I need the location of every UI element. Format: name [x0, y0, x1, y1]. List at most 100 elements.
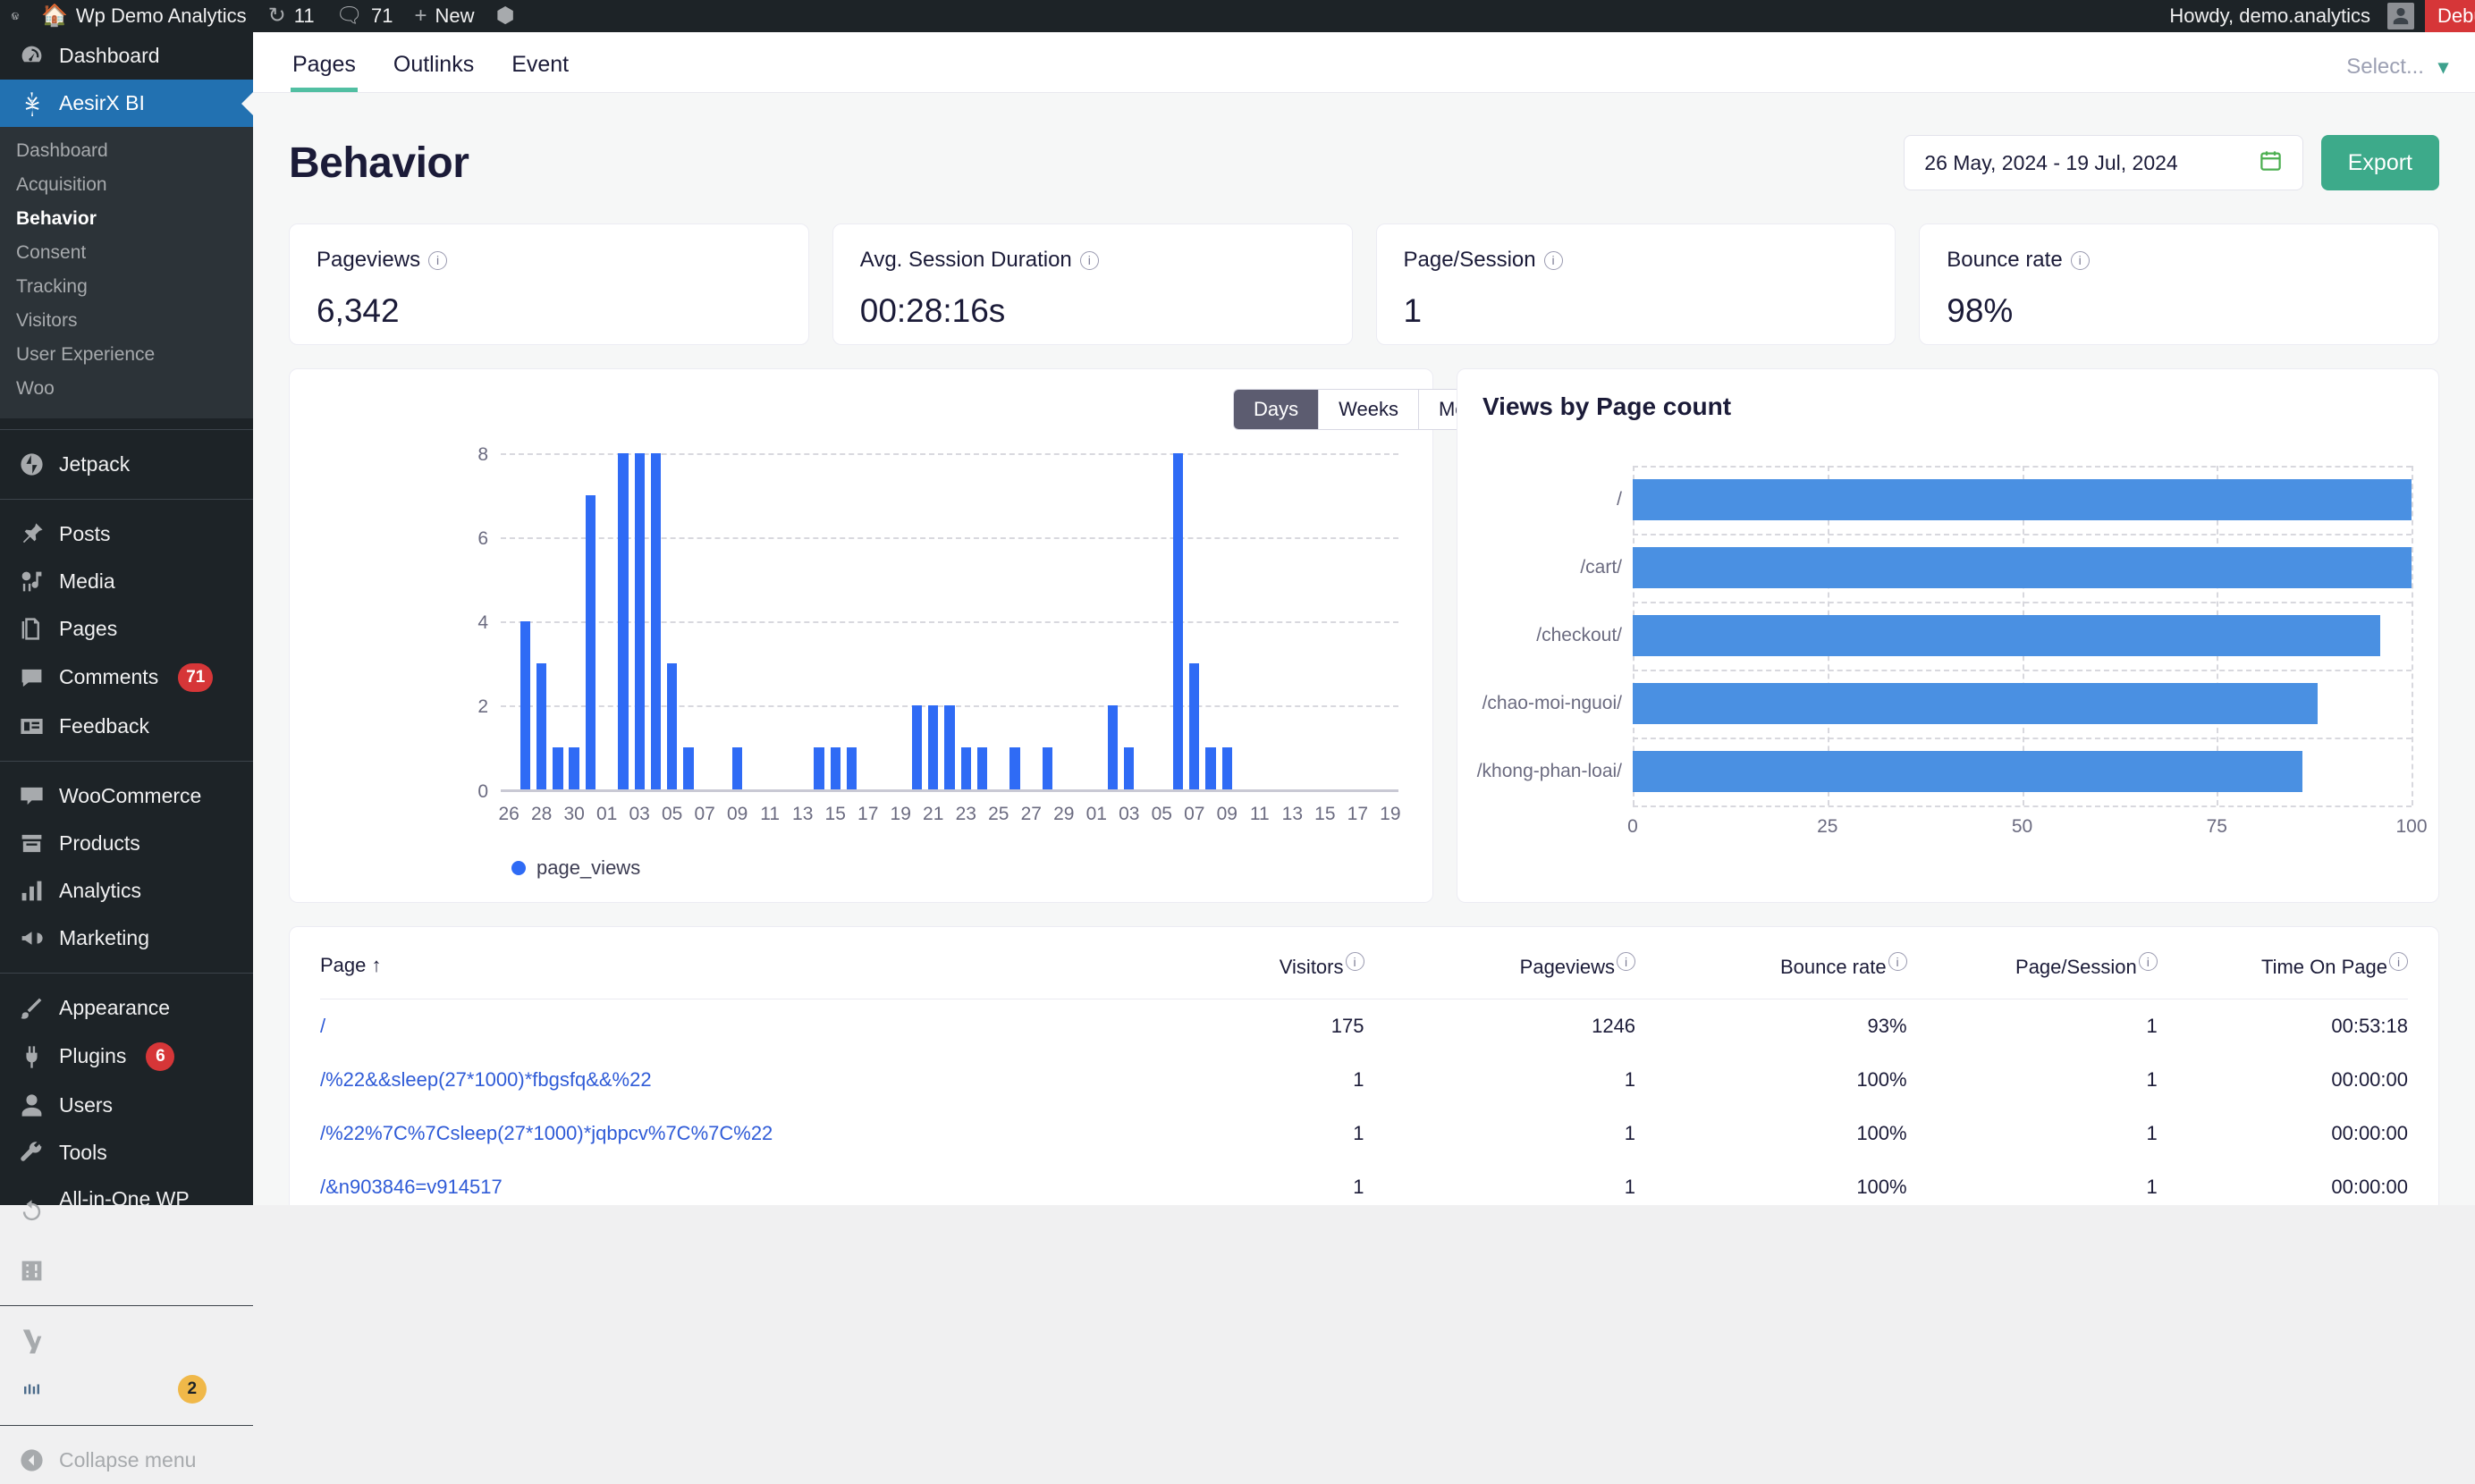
- info-icon[interactable]: i: [428, 250, 448, 270]
- filter-select[interactable]: Select...: [2346, 55, 2424, 80]
- chart-bar[interactable]: [1633, 615, 2381, 656]
- sidebar-item-all-in-one-wp-migration[interactable]: All-in-One WP Migration: [0, 1176, 253, 1247]
- info-icon[interactable]: i: [1345, 952, 1364, 971]
- info-icon[interactable]: i: [1888, 952, 1907, 971]
- submenu-item-woo[interactable]: Woo: [0, 372, 253, 406]
- export-button[interactable]: Export: [2320, 135, 2439, 190]
- sidebar-item-woocommerce[interactable]: WooCommerce: [0, 772, 253, 820]
- info-icon[interactable]: i: [1079, 250, 1099, 270]
- chart-bar[interactable]: [1042, 747, 1053, 789]
- tab-event[interactable]: Event: [499, 52, 581, 92]
- column-header-page[interactable]: Page ↑: [320, 927, 1114, 999]
- info-icon[interactable]: i: [2389, 952, 2408, 971]
- chart-bar[interactable]: [569, 747, 579, 789]
- chart-bar[interactable]: [1633, 547, 2412, 588]
- chart-bar[interactable]: [944, 705, 955, 789]
- adminbar-account[interactable]: Howdy, demo.analytics: [2158, 0, 2425, 32]
- submenu-item-acquisition[interactable]: Acquisition: [0, 168, 253, 202]
- adminbar-yoast[interactable]: ⬢: [486, 0, 526, 32]
- sidebar-item-products[interactable]: Products: [0, 820, 253, 867]
- page-link[interactable]: /%22&&sleep(27*1000)*fbgsfq&&%22: [320, 1068, 652, 1091]
- sidebar-item-settings[interactable]: Settings: [0, 1247, 253, 1294]
- sidebar-item-yoast-seo[interactable]: Yoast SEO: [0, 1317, 253, 1364]
- chart-bar[interactable]: [976, 747, 988, 789]
- chart-bar[interactable]: [1633, 683, 2319, 724]
- chart-bar[interactable]: [1189, 663, 1200, 789]
- calendar-icon[interactable]: [2259, 148, 2283, 178]
- sidebar-item-collapse-menu[interactable]: Collapse menu: [0, 1437, 253, 1484]
- wordpress-logo-icon[interactable]: [0, 1, 30, 31]
- sidebar-item-aesirx-bi[interactable]: AesirX BI: [0, 80, 253, 127]
- sidebar-item-plugins[interactable]: Plugins 6: [0, 1032, 253, 1082]
- chart-bar[interactable]: [830, 747, 840, 789]
- sidebar-item-posts[interactable]: Posts: [0, 510, 253, 558]
- sidebar-item-marketing[interactable]: Marketing: [0, 915, 253, 962]
- submenu-item-behavior[interactable]: Behavior: [0, 202, 253, 236]
- submenu-item-consent[interactable]: Consent: [0, 236, 253, 270]
- granularity-days[interactable]: Days: [1234, 390, 1320, 429]
- info-icon[interactable]: i: [2070, 250, 2090, 270]
- chart-bar[interactable]: [1009, 747, 1020, 789]
- column-header-page-session[interactable]: Page/Session i: [1906, 927, 2158, 999]
- adminbar-updates[interactable]: ↻ 11: [258, 0, 325, 32]
- chart-bar[interactable]: [1221, 747, 1232, 789]
- tab-outlinks[interactable]: Outlinks: [381, 52, 486, 92]
- debug-button[interactable]: Debug: [2425, 0, 2475, 32]
- granularity-weeks[interactable]: Weeks: [1319, 390, 1419, 429]
- chart-bar[interactable]: [667, 663, 678, 789]
- sidebar-item-dashboard[interactable]: Dashboard: [0, 32, 253, 80]
- sidebar-item-analytics[interactable]: Analytics: [0, 867, 253, 915]
- chart-bar[interactable]: [1107, 705, 1119, 789]
- date-range-picker[interactable]: 26 May, 2024 - 19 Jul, 2024: [1904, 135, 2303, 190]
- sidebar-item-pages[interactable]: Pages: [0, 605, 253, 653]
- chart-bar[interactable]: [1124, 747, 1135, 789]
- chevron-down-icon[interactable]: ▾: [2438, 55, 2448, 79]
- chart-bar[interactable]: [814, 747, 824, 789]
- chart-bar[interactable]: [585, 495, 596, 789]
- adminbar-comments[interactable]: 🗨 71: [325, 0, 404, 32]
- sidebar-item-media[interactable]: Media: [0, 558, 253, 605]
- page-link[interactable]: /%22%7C%7Csleep(27*1000)*jqbpcv%7C%7C%22: [320, 1122, 773, 1144]
- chart-bar[interactable]: [519, 621, 531, 789]
- chart-bar[interactable]: [960, 747, 971, 789]
- sidebar-item-feedback[interactable]: Feedback: [0, 703, 253, 750]
- chart-bar[interactable]: [1633, 751, 2303, 792]
- sidebar-item-comments[interactable]: Comments 71: [0, 653, 253, 703]
- sidebar-item-jetpack[interactable]: Jetpack: [0, 441, 253, 488]
- sidebar-item-tools[interactable]: Tools: [0, 1129, 253, 1176]
- tab-pages[interactable]: Pages: [280, 52, 368, 92]
- adminbar-new[interactable]: + New: [404, 0, 486, 32]
- chart-bar[interactable]: [846, 747, 857, 789]
- sidebar-item-appearance[interactable]: Appearance: [0, 984, 253, 1032]
- chart-bar[interactable]: [1205, 747, 1216, 789]
- column-header-pageviews[interactable]: Pageviews i: [1364, 927, 1636, 999]
- table-head: Page ↑ Visitors i Pageviews i Bounce rate i: [320, 927, 2408, 999]
- submenu-item-user-experience[interactable]: User Experience: [0, 338, 253, 372]
- page-link[interactable]: /: [320, 1015, 325, 1037]
- chart-bar[interactable]: [634, 453, 645, 789]
- chart-bar[interactable]: [1172, 453, 1184, 789]
- chart-bar[interactable]: [911, 705, 923, 789]
- submenu-item-tracking[interactable]: Tracking: [0, 270, 253, 304]
- chart-bar[interactable]: [928, 705, 939, 789]
- sidebar-item-users[interactable]: Users: [0, 1082, 253, 1129]
- column-header-visitors[interactable]: Visitors i: [1113, 927, 1364, 999]
- info-icon[interactable]: i: [1617, 952, 1636, 971]
- submenu-item-dashboard[interactable]: Dashboard: [0, 134, 253, 168]
- info-icon[interactable]: i: [1543, 250, 1563, 270]
- column-header-time-on-page[interactable]: Time On Page i: [2157, 927, 2408, 999]
- chart-bar[interactable]: [618, 453, 629, 789]
- sidebar-item-wordfence[interactable]: Wordfence 2: [0, 1364, 253, 1414]
- chart-bar[interactable]: [1633, 479, 2412, 520]
- chart-bar[interactable]: [650, 453, 662, 789]
- submenu-item-visitors[interactable]: Visitors: [0, 304, 253, 338]
- page-link[interactable]: /&n903846=v914517: [320, 1176, 503, 1198]
- adminbar-site-name[interactable]: 🏠 Wp Demo Analytics: [30, 0, 258, 32]
- column-header-bounce-rate[interactable]: Bounce rate i: [1635, 927, 1907, 999]
- chart-bar[interactable]: [732, 747, 743, 789]
- chart-bar[interactable]: [536, 663, 547, 789]
- info-icon[interactable]: i: [2138, 952, 2158, 971]
- chart-bar[interactable]: [683, 747, 694, 789]
- chart-bar[interactable]: [553, 747, 563, 789]
- sidebar-item-label: Comments: [59, 665, 159, 689]
